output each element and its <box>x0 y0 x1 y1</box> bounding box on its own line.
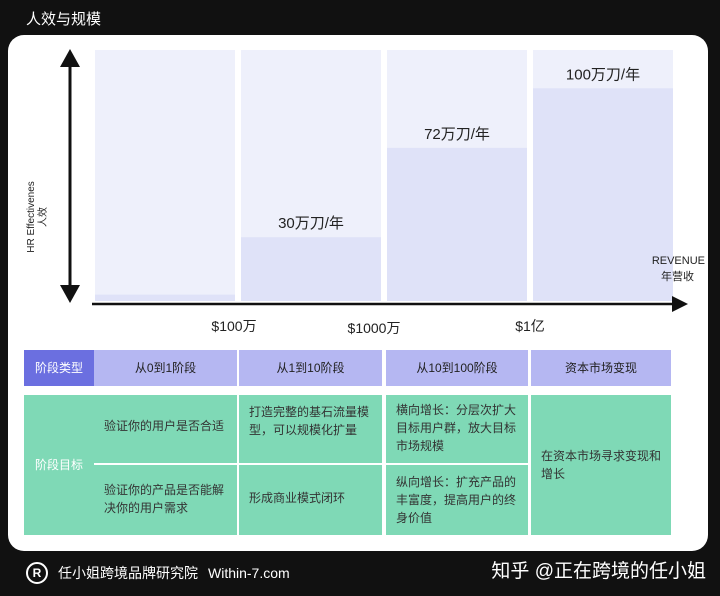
y-axis-label-cn: 人效 <box>36 207 49 227</box>
column-background <box>95 50 235 301</box>
bar-data-label: 100万刀/年 <box>566 66 640 83</box>
row-header-stage-type: 阶段类型 <box>24 350 94 386</box>
x-tick-label: $1亿 <box>515 318 545 334</box>
goal-cell: 横向增长：分层次扩大目标用户群，放大目标市场规模 <box>386 395 528 463</box>
bar-3 <box>387 147 527 301</box>
goal-cell: 验证你的用户是否合适 <box>94 395 237 463</box>
watermark: 知乎 @正在跨境的任小姐 <box>491 561 706 582</box>
footer-site: Within-7.com <box>208 565 290 581</box>
stage-header: 从0到1阶段 <box>94 350 237 386</box>
row-header-stage-goal: 阶段目标 <box>24 395 94 535</box>
stage-header: 从1到10阶段 <box>239 350 382 386</box>
goal-cell: 纵向增长：扩充产品的丰富度，提高用户的终身价值 <box>386 465 528 535</box>
bar-4 <box>533 88 673 301</box>
x-tick-label: $100万 <box>211 318 256 334</box>
y-axis-arrow-up <box>60 49 80 67</box>
brand-logo-icon: R <box>26 562 48 584</box>
footer-brand: R 任小姐跨境品牌研究院 Within-7.com <box>26 562 290 584</box>
chart-card: 30万刀/年 72万刀/年 100万刀/年 HR Effectivenes 人效 R… <box>8 35 708 551</box>
bar-data-label: 72万刀/年 <box>424 126 490 143</box>
goal-cell: 打造完整的基石流量模型，可以规模化扩量 <box>239 395 382 463</box>
page-title: 人效与规模 <box>26 11 102 28</box>
revenue-vs-hr-chart: 30万刀/年 72万刀/年 100万刀/年 HR Effectivenes 人效 R… <box>26 49 705 336</box>
footer-org: 任小姐跨境品牌研究院 <box>58 565 198 581</box>
x-axis-label-cn: 年营收 <box>661 269 694 283</box>
x-axis-label-en: REVENUE <box>652 255 705 267</box>
goal-cell: 验证你的产品是否能解决你的用户需求 <box>94 465 237 535</box>
goal-cell: 形成商业模式闭环 <box>239 465 382 535</box>
y-axis-label-en: HR Effectivenes <box>26 181 37 253</box>
bar-2 <box>241 237 381 301</box>
x-axis-arrow <box>672 296 688 312</box>
stage-header: 资本市场变现 <box>531 350 671 386</box>
bar-data-label: 30万刀/年 <box>278 215 344 232</box>
x-tick-label: $1000万 <box>348 320 401 336</box>
bar-1 <box>95 294 235 301</box>
goal-cell: 在资本市场寻求变现和增长 <box>531 395 671 535</box>
stage-header: 从10到100阶段 <box>386 350 528 386</box>
y-axis-arrow-down <box>60 285 80 303</box>
